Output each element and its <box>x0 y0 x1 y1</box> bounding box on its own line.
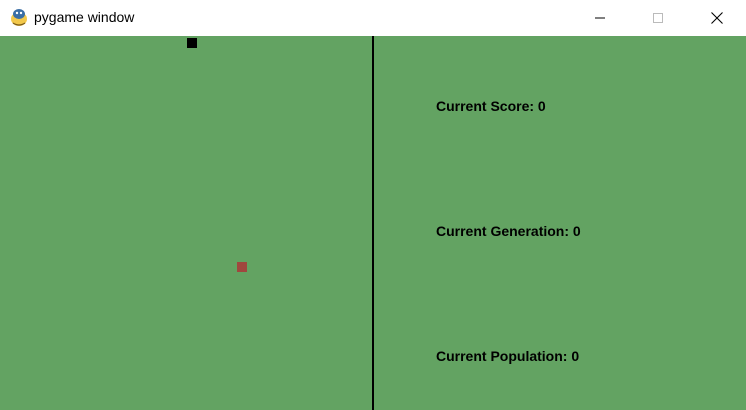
close-button[interactable] <box>694 0 740 36</box>
maximize-icon <box>653 13 663 23</box>
current-population-label: Current Population: 0 <box>436 348 580 364</box>
pygame-window: pygame window Current Score: 0 Current G… <box>0 0 746 410</box>
close-icon <box>711 12 723 24</box>
current-score-label: Current Score: 0 <box>436 98 546 114</box>
title-bar[interactable]: pygame window <box>0 0 746 36</box>
snake-head <box>187 38 197 48</box>
panel-divider <box>372 36 374 410</box>
game-canvas[interactable]: Current Score: 0 Current Generation: 0 C… <box>0 36 746 410</box>
window-title: pygame window <box>34 9 135 25</box>
minimize-button[interactable] <box>577 0 623 36</box>
minimize-icon <box>595 17 605 19</box>
pygame-snake-icon <box>11 9 27 26</box>
food-pellet <box>237 262 247 272</box>
maximize-button[interactable] <box>635 0 681 36</box>
current-generation-label: Current Generation: 0 <box>436 223 581 239</box>
